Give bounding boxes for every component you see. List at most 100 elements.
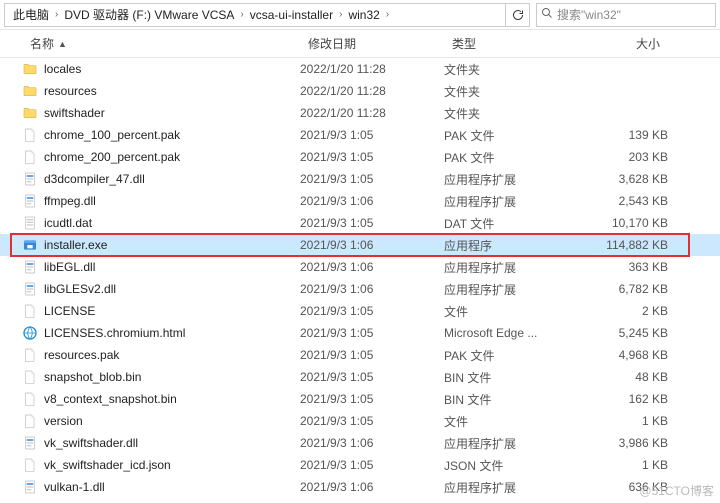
file-size: 1 KB bbox=[574, 414, 668, 428]
generic-icon bbox=[22, 347, 38, 363]
search-icon bbox=[541, 7, 553, 22]
dll-icon bbox=[22, 193, 38, 209]
file-date: 2021/9/3 1:05 bbox=[300, 392, 444, 406]
file-row[interactable]: version2021/9/3 1:05文件1 KB bbox=[0, 410, 720, 432]
file-row[interactable]: libGLESv2.dll2021/9/3 1:06应用程序扩展6,782 KB bbox=[0, 278, 720, 300]
breadcrumb[interactable]: 此电脑›DVD 驱动器 (F:) VMware VCSA›vcsa-ui-ins… bbox=[4, 3, 506, 27]
column-header-type[interactable]: 类型 bbox=[444, 30, 574, 57]
file-type: Microsoft Edge ... bbox=[444, 326, 574, 340]
breadcrumb-item[interactable]: win32 bbox=[344, 4, 383, 26]
file-name: libEGL.dll bbox=[44, 260, 95, 274]
column-header-name[interactable]: 名称 ▲ bbox=[22, 30, 300, 57]
column-header-size[interactable]: 大小 bbox=[574, 30, 668, 57]
file-name: chrome_100_percent.pak bbox=[44, 128, 180, 142]
watermark: @51CTO博客 bbox=[639, 482, 714, 499]
breadcrumb-item[interactable]: 此电脑 bbox=[9, 4, 53, 26]
file-row[interactable]: chrome_100_percent.pak 2021/9/3 1:05PAK 文… bbox=[0, 124, 720, 146]
file-date: 2021/9/3 1:05 bbox=[300, 370, 444, 384]
file-row[interactable]: icudtl.dat2021/9/3 1:05DAT 文件10,170 KB bbox=[0, 212, 720, 234]
file-name: snapshot_blob.bin bbox=[44, 370, 141, 384]
address-bar: 此电脑›DVD 驱动器 (F:) VMware VCSA›vcsa-ui-ins… bbox=[0, 0, 720, 30]
dll-icon bbox=[22, 171, 38, 187]
exe-icon bbox=[22, 237, 38, 253]
file-row[interactable]: LICENSES.chromium.html2021/9/3 1:05Micro… bbox=[0, 322, 720, 344]
file-size: 2,543 KB bbox=[574, 194, 668, 208]
file-name: vk_swiftshader_icd.json bbox=[44, 458, 171, 472]
column-header: 名称 ▲ 修改日期 类型 大小 bbox=[0, 30, 720, 58]
file-name: vk_swiftshader.dll bbox=[44, 436, 138, 450]
file-size: 114,882 KB bbox=[574, 238, 668, 252]
folder-icon bbox=[22, 83, 38, 99]
file-row[interactable]: resources2022/1/20 11:28文件夹 bbox=[0, 80, 720, 102]
file-row[interactable]: resources.pak2021/9/3 1:05PAK 文件4,968 KB bbox=[0, 344, 720, 366]
generic-icon bbox=[22, 303, 38, 319]
file-type: 应用程序扩展 bbox=[444, 259, 574, 276]
file-type: PAK 文件 bbox=[444, 127, 574, 144]
file-row[interactable]: swiftshader2022/1/20 11:28文件夹 bbox=[0, 102, 720, 124]
file-list: locales2022/1/20 11:28文件夹resources2022/1… bbox=[0, 58, 720, 503]
file-type: BIN 文件 bbox=[444, 391, 574, 408]
file-row[interactable]: ffmpeg.dll 2021/9/3 1:06应用程序扩展2,543 KB bbox=[0, 190, 720, 212]
file-name: icudtl.dat bbox=[44, 216, 92, 230]
column-header-date[interactable]: 修改日期 bbox=[300, 30, 444, 57]
file-type: PAK 文件 bbox=[444, 347, 574, 364]
file-row[interactable]: vk_swiftshader_icd.json2021/9/3 1:05JSON… bbox=[0, 454, 720, 476]
file-date: 2021/9/3 1:05 bbox=[300, 216, 444, 230]
breadcrumb-item[interactable]: DVD 驱动器 (F:) VMware VCSA bbox=[60, 4, 238, 26]
column-header-label: 大小 bbox=[636, 35, 660, 52]
file-size: 162 KB bbox=[574, 392, 668, 406]
file-date: 2021/9/3 1:06 bbox=[300, 194, 444, 208]
file-row[interactable]: d3dcompiler_47.dll2021/9/3 1:05应用程序扩展3,6… bbox=[0, 168, 720, 190]
chevron-right-icon: › bbox=[384, 9, 391, 20]
file-type: 文件夹 bbox=[444, 61, 574, 78]
breadcrumb-item[interactable]: vcsa-ui-installer bbox=[246, 4, 337, 26]
file-type: 应用程序扩展 bbox=[444, 435, 574, 452]
file-type: PAK 文件 bbox=[444, 149, 574, 166]
generic-icon bbox=[22, 413, 38, 429]
file-type: 应用程序扩展 bbox=[444, 479, 574, 496]
refresh-button[interactable] bbox=[506, 3, 530, 27]
sort-asc-icon: ▲ bbox=[58, 39, 67, 49]
file-type: 文件夹 bbox=[444, 83, 574, 100]
generic-icon bbox=[22, 457, 38, 473]
file-date: 2022/1/20 11:28 bbox=[300, 62, 444, 76]
file-row[interactable]: v8_context_snapshot.bin 2021/9/3 1:05BIN … bbox=[0, 388, 720, 410]
dll-icon bbox=[22, 435, 38, 451]
file-row[interactable]: vulkan-1.dll2021/9/3 1:06应用程序扩展636 KB bbox=[0, 476, 720, 498]
file-size: 1 KB bbox=[574, 458, 668, 472]
file-size: 363 KB bbox=[574, 260, 668, 274]
file-name: LICENSE bbox=[44, 304, 95, 318]
file-size: 48 KB bbox=[574, 370, 668, 384]
file-row[interactable]: locales2022/1/20 11:28文件夹 bbox=[0, 58, 720, 80]
generic-icon bbox=[22, 391, 38, 407]
file-row[interactable]: libEGL.dll2021/9/3 1:06应用程序扩展363 KB bbox=[0, 256, 720, 278]
file-size: 203 KB bbox=[574, 150, 668, 164]
file-name: ffmpeg.dll bbox=[44, 194, 96, 208]
file-date: 2021/9/3 1:05 bbox=[300, 458, 444, 472]
folder-icon bbox=[22, 105, 38, 121]
file-row[interactable]: vk_swiftshader.dll2021/9/3 1:06应用程序扩展3,9… bbox=[0, 432, 720, 454]
file-name: libGLESv2.dll bbox=[44, 282, 116, 296]
file-size: 3,628 KB bbox=[574, 172, 668, 186]
html-icon bbox=[22, 325, 38, 341]
file-row[interactable]: LICENSE2021/9/3 1:05文件2 KB bbox=[0, 300, 720, 322]
generic-icon bbox=[22, 369, 38, 385]
file-row[interactable]: chrome_200_percent.pak2021/9/3 1:05PAK 文… bbox=[0, 146, 720, 168]
file-size: 2 KB bbox=[574, 304, 668, 318]
file-date: 2021/9/3 1:06 bbox=[300, 238, 444, 252]
chevron-right-icon: › bbox=[238, 9, 245, 20]
file-size: 139 KB bbox=[574, 128, 668, 142]
generic-icon bbox=[22, 149, 38, 165]
file-type: 文件夹 bbox=[444, 105, 574, 122]
file-name: v8_context_snapshot.bin bbox=[44, 392, 177, 406]
file-size: 4,968 KB bbox=[574, 348, 668, 362]
file-row[interactable]: snapshot_blob.bin2021/9/3 1:05BIN 文件48 K… bbox=[0, 366, 720, 388]
chevron-right-icon: › bbox=[337, 9, 344, 20]
file-name: chrome_200_percent.pak bbox=[44, 150, 180, 164]
file-type: DAT 文件 bbox=[444, 215, 574, 232]
file-row[interactable]: installer.exe2021/9/3 1:06应用程序114,882 KB bbox=[0, 234, 720, 256]
file-date: 2021/9/3 1:05 bbox=[300, 128, 444, 142]
file-type: 应用程序扩展 bbox=[444, 193, 574, 210]
column-header-label: 名称 bbox=[30, 35, 54, 52]
search-input[interactable]: 搜索"win32" bbox=[536, 3, 716, 27]
